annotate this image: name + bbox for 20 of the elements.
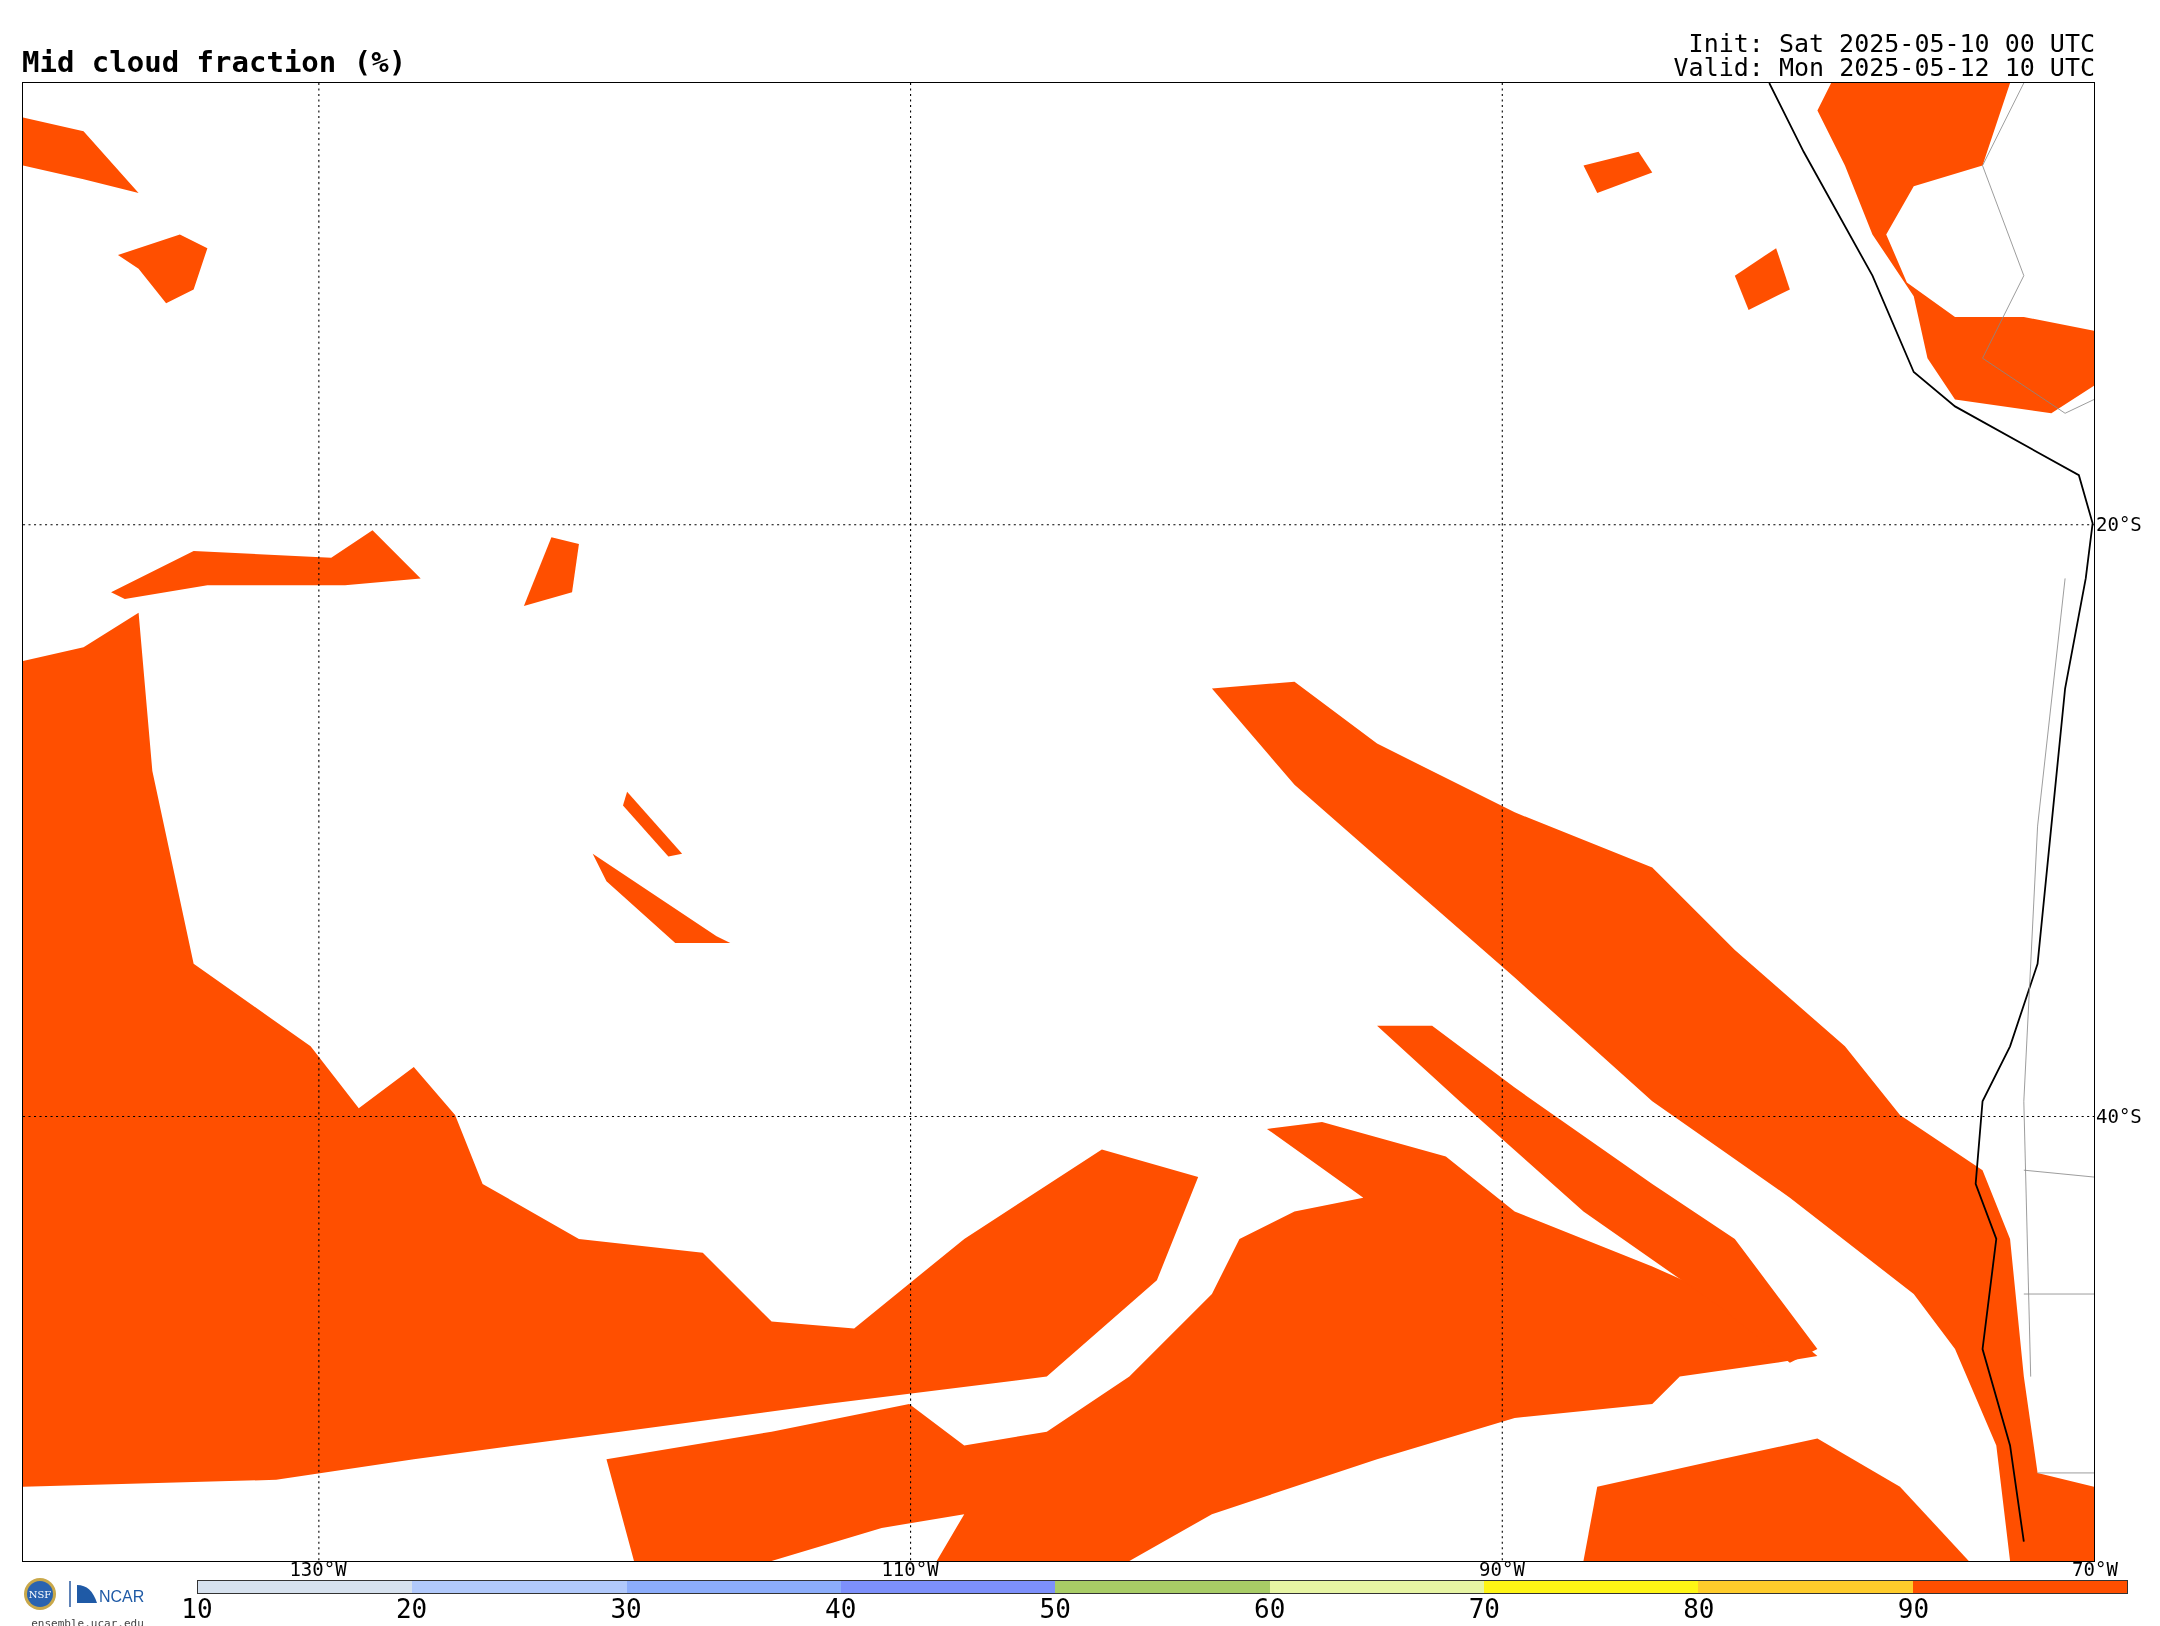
scale-tick-label: 70: [1468, 1596, 1500, 1622]
nsf-logo: NSF: [22, 1577, 57, 1611]
scale-tick-label: 10: [181, 1596, 213, 1622]
scale-tick-label: 60: [1254, 1596, 1286, 1622]
ncar-logo: NCAR: [68, 1581, 153, 1607]
scale-tick-label: 50: [1039, 1596, 1071, 1622]
longitude-label: 90°W: [1479, 1560, 1525, 1579]
valid-time: Valid: Mon 2025-05-12 10 UTC: [1673, 56, 2095, 80]
longitude-label: 130°W: [289, 1560, 347, 1579]
latitude-label: 20°S: [2096, 515, 2142, 534]
scale-tick-label: 80: [1683, 1596, 1715, 1622]
scale-tick-label: 90: [1897, 1596, 1930, 1622]
latitude-label: 40°S: [2096, 1107, 2142, 1126]
init-time: Init: Sat 2025-05-10 00 UTC: [1688, 32, 2095, 56]
scale-tick-label: 30: [610, 1596, 642, 1622]
longitude-label: 70°W: [2072, 1560, 2118, 1579]
longitude-label: 110°W: [881, 1560, 939, 1579]
scale-tick-label: 20: [395, 1596, 428, 1622]
scale-tick-label: 40: [825, 1596, 857, 1622]
plot-title: Mid cloud fraction (%): [22, 48, 407, 77]
